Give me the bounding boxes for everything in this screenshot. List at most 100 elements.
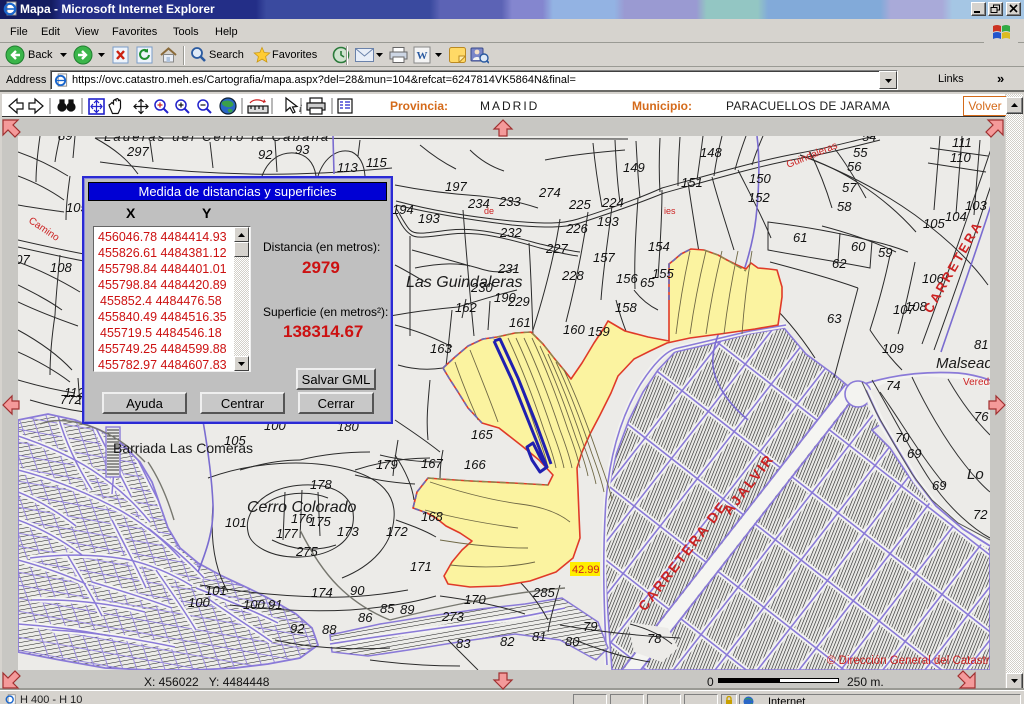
svg-text:173: 173 bbox=[337, 524, 359, 539]
svg-text:772: 772 bbox=[60, 392, 82, 407]
svg-text:163: 163 bbox=[430, 341, 452, 356]
svg-text:115: 115 bbox=[366, 155, 387, 170]
svg-text:92: 92 bbox=[258, 147, 273, 162]
svg-text:170: 170 bbox=[464, 592, 486, 607]
svg-text:194: 194 bbox=[392, 202, 414, 217]
svg-text:175: 175 bbox=[309, 514, 331, 529]
svg-text:76: 76 bbox=[974, 409, 989, 424]
svg-text:155: 155 bbox=[652, 266, 674, 281]
svg-text:91: 91 bbox=[268, 597, 282, 612]
svg-text:W: W bbox=[417, 50, 428, 62]
svg-text:160: 160 bbox=[563, 322, 585, 337]
svg-text:85: 85 bbox=[380, 601, 395, 616]
svg-text:233: 233 bbox=[498, 194, 521, 209]
svg-text:70: 70 bbox=[895, 430, 910, 445]
svg-text:Las Guindaleras: Las Guindaleras bbox=[406, 274, 523, 291]
svg-text:79: 79 bbox=[583, 619, 597, 634]
svg-text:166: 166 bbox=[464, 457, 486, 472]
svg-text:101: 101 bbox=[225, 515, 247, 530]
svg-text:113: 113 bbox=[337, 160, 358, 175]
svg-text:174: 174 bbox=[311, 585, 333, 600]
svg-text:273: 273 bbox=[441, 609, 464, 624]
svg-text:58: 58 bbox=[837, 199, 852, 214]
svg-text:92: 92 bbox=[290, 621, 305, 636]
svg-text:229: 229 bbox=[507, 294, 530, 309]
svg-text:63: 63 bbox=[827, 311, 842, 326]
svg-text:228: 228 bbox=[561, 268, 584, 283]
svg-text:275: 275 bbox=[295, 544, 318, 559]
svg-text:89: 89 bbox=[400, 602, 414, 617]
svg-text:178: 178 bbox=[310, 477, 332, 492]
svg-text:82: 82 bbox=[500, 634, 515, 649]
svg-text:150: 150 bbox=[749, 171, 771, 186]
svg-text:227: 227 bbox=[545, 241, 568, 256]
svg-text:171: 171 bbox=[410, 559, 432, 574]
svg-text:179: 179 bbox=[376, 457, 398, 472]
svg-text:100: 100 bbox=[243, 597, 265, 612]
svg-text:Lo: Lo bbox=[967, 466, 984, 483]
svg-text:148: 148 bbox=[700, 145, 722, 160]
svg-text:59: 59 bbox=[878, 245, 892, 260]
svg-text:158: 158 bbox=[615, 300, 637, 315]
svg-text:154: 154 bbox=[648, 239, 670, 254]
svg-text:83: 83 bbox=[456, 636, 471, 651]
svg-text:297: 297 bbox=[126, 144, 149, 159]
svg-text:107: 107 bbox=[18, 252, 30, 267]
svg-text:193: 193 bbox=[418, 211, 440, 226]
svg-text:177: 177 bbox=[276, 526, 298, 541]
svg-text:88: 88 bbox=[322, 622, 337, 637]
svg-text:274: 274 bbox=[538, 185, 561, 200]
svg-text:81: 81 bbox=[974, 337, 988, 352]
svg-text:159: 159 bbox=[588, 324, 610, 339]
svg-text:54: 54 bbox=[862, 136, 876, 144]
svg-text:156: 156 bbox=[616, 271, 638, 286]
svg-text:193: 193 bbox=[597, 214, 619, 229]
svg-text:151: 151 bbox=[681, 175, 703, 190]
svg-text:167: 167 bbox=[421, 456, 443, 471]
svg-text:86: 86 bbox=[358, 610, 373, 625]
svg-text:© Dirección General del Catast: © Dirección General del Catastro bbox=[827, 655, 990, 667]
svg-text:62: 62 bbox=[832, 256, 847, 271]
svg-text:152: 152 bbox=[748, 190, 770, 205]
svg-text:de: de bbox=[484, 206, 494, 216]
svg-text:Laderas del Cerro la Cabaña: Laderas del Cerro la Cabaña bbox=[104, 136, 330, 144]
svg-text:104: 104 bbox=[945, 209, 967, 224]
svg-text:81: 81 bbox=[532, 629, 546, 644]
svg-text:80: 80 bbox=[565, 634, 580, 649]
svg-text:285: 285 bbox=[532, 585, 555, 600]
svg-text:111: 111 bbox=[952, 136, 972, 150]
svg-text:90: 90 bbox=[350, 583, 365, 598]
svg-text:74: 74 bbox=[886, 378, 900, 393]
svg-text:162: 162 bbox=[455, 300, 477, 315]
svg-text:161: 161 bbox=[509, 315, 531, 330]
svg-text:57: 57 bbox=[842, 180, 857, 195]
svg-text:232: 232 bbox=[499, 225, 522, 240]
svg-text:78: 78 bbox=[647, 631, 662, 646]
svg-text:Cerro Colorado: Cerro Colorado bbox=[247, 499, 356, 516]
svg-text:105: 105 bbox=[923, 216, 945, 231]
svg-text:108: 108 bbox=[50, 260, 72, 275]
svg-text:103: 103 bbox=[965, 198, 987, 213]
svg-text:60: 60 bbox=[851, 239, 866, 254]
svg-text:55: 55 bbox=[853, 145, 868, 160]
svg-text:172: 172 bbox=[386, 524, 408, 539]
svg-text:157: 157 bbox=[593, 250, 615, 265]
svg-text:100: 100 bbox=[188, 595, 210, 610]
svg-text:149: 149 bbox=[623, 160, 645, 175]
svg-text:61: 61 bbox=[793, 230, 807, 245]
svg-text:225: 225 bbox=[568, 197, 591, 212]
svg-text:72: 72 bbox=[973, 507, 988, 522]
svg-text:ies: ies bbox=[664, 206, 676, 216]
svg-text:Barriada Las Comeras: Barriada Las Comeras bbox=[113, 440, 253, 456]
svg-text:89: 89 bbox=[58, 136, 72, 143]
svg-text:Vereda: Vereda bbox=[963, 377, 990, 388]
svg-text:56: 56 bbox=[847, 159, 862, 174]
svg-text:69: 69 bbox=[907, 446, 921, 461]
svg-text:197: 197 bbox=[445, 179, 467, 194]
svg-text:110: 110 bbox=[950, 150, 971, 165]
svg-text:69: 69 bbox=[932, 478, 946, 493]
svg-text:Malsead: Malsead bbox=[936, 355, 990, 372]
svg-text:93: 93 bbox=[295, 142, 310, 157]
svg-text:224: 224 bbox=[601, 195, 624, 210]
svg-text:226: 226 bbox=[565, 221, 588, 236]
